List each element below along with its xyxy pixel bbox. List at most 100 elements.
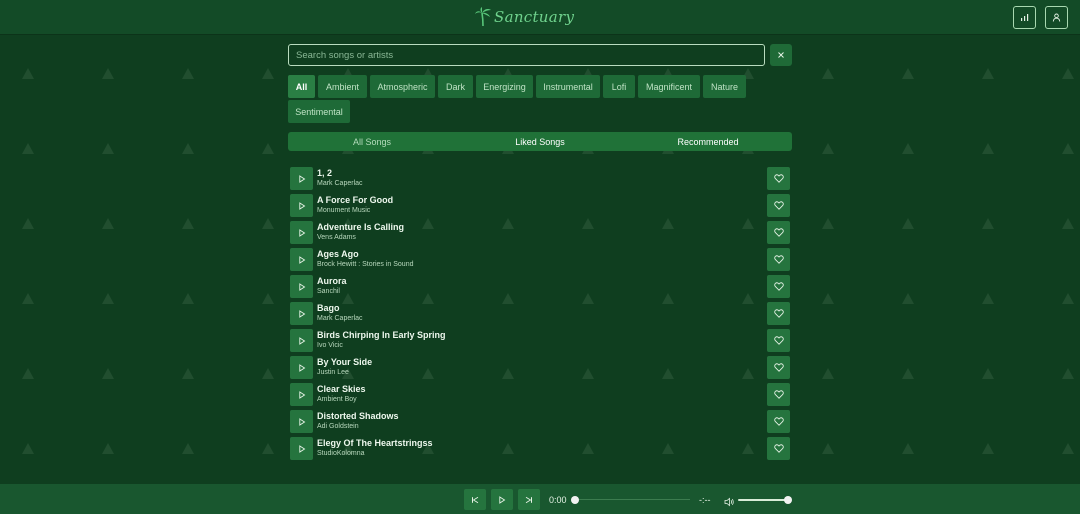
like-button[interactable] [767, 275, 790, 298]
song-row: Bago Mark Caperlac [290, 302, 790, 325]
pattern-tree-shape [982, 218, 994, 229]
song-title: By Your Side [317, 357, 373, 367]
pattern-tree-shape [182, 443, 194, 454]
pattern-tree-shape [102, 293, 114, 304]
genre-tag-dark[interactable]: Dark [438, 75, 473, 98]
pattern-tree-shape [982, 68, 994, 79]
like-button[interactable] [767, 302, 790, 325]
pattern-tree-shape [902, 293, 914, 304]
pattern-tree-shape [902, 443, 914, 454]
like-button[interactable] [767, 437, 790, 460]
like-button[interactable] [767, 248, 790, 271]
genre-tag-ambient[interactable]: Ambient [318, 75, 367, 98]
song-play-button[interactable] [290, 221, 313, 244]
like-button[interactable] [767, 194, 790, 217]
play-icon [499, 495, 506, 504]
song-title: Clear Skies [317, 384, 366, 394]
heart-icon [773, 309, 784, 318]
song-play-button[interactable] [290, 167, 313, 190]
genre-tag-all[interactable]: All [288, 75, 315, 98]
pattern-tree-shape [1062, 443, 1074, 454]
like-button[interactable] [767, 329, 790, 352]
play-icon [298, 228, 305, 237]
genre-tag-lofi[interactable]: Lofi [603, 75, 635, 98]
progress-knob[interactable] [571, 495, 579, 504]
song-play-button[interactable] [290, 194, 313, 217]
like-button[interactable] [767, 221, 790, 244]
pattern-tree-shape [982, 293, 994, 304]
volume-knob[interactable] [784, 495, 792, 504]
pattern-tree-shape [982, 443, 994, 454]
tab-liked-songs[interactable]: Liked Songs [456, 132, 624, 151]
pattern-tree-shape [22, 293, 34, 304]
song-title: A Force For Good [317, 195, 394, 205]
heart-icon [773, 201, 784, 210]
pattern-tree-shape [262, 68, 274, 79]
heart-icon [773, 282, 784, 291]
heart-icon [773, 228, 784, 237]
next-button[interactable] [518, 489, 540, 510]
genre-tag-atmospheric[interactable]: Atmospheric [370, 75, 435, 98]
pattern-tree-shape [102, 68, 114, 79]
pattern-tree-shape [1062, 218, 1074, 229]
like-button[interactable] [767, 167, 790, 190]
play-icon [298, 255, 305, 264]
pattern-tree-shape [1062, 293, 1074, 304]
current-time: 0:00 [549, 495, 567, 505]
like-button[interactable] [767, 356, 790, 379]
pattern-tree-shape [22, 218, 34, 229]
play-pause-button[interactable] [491, 489, 513, 510]
search-input[interactable] [289, 48, 764, 62]
pattern-tree-shape [262, 143, 274, 154]
pattern-tree-shape [22, 443, 34, 454]
genre-tag-energizing[interactable]: Energizing [476, 75, 533, 98]
pattern-tree-shape [262, 293, 274, 304]
app-logo[interactable]: Sanctuary [474, 5, 574, 29]
genre-tag-magnificent[interactable]: Magnificent [638, 75, 700, 98]
genre-tag-instrumental[interactable]: Instrumental [536, 75, 600, 98]
song-play-button[interactable] [290, 329, 313, 352]
play-icon [298, 444, 305, 453]
pattern-tree-shape [102, 443, 114, 454]
genre-tag-sentimental[interactable]: Sentimental [288, 100, 350, 123]
pattern-tree-shape [262, 218, 274, 229]
volume-button[interactable] [724, 494, 734, 512]
pattern-tree-shape [1062, 68, 1074, 79]
pattern-tree-shape [822, 368, 834, 379]
pattern-tree-shape [102, 368, 114, 379]
song-row: A Force For Good Monument Music [290, 194, 790, 217]
pattern-tree-shape [822, 293, 834, 304]
song-row: Ages Ago Brock Hewitt : Stories in Sound [290, 248, 790, 271]
profile-button[interactable] [1045, 6, 1068, 29]
play-icon [298, 417, 305, 426]
pattern-tree-shape [182, 143, 194, 154]
song-title: Adventure Is Calling [317, 222, 405, 232]
song-play-button[interactable] [290, 356, 313, 379]
song-tabs: All Songs Liked Songs Recommended [288, 132, 792, 151]
previous-button[interactable] [464, 489, 486, 510]
volume-track[interactable] [738, 499, 788, 501]
song-play-button[interactable] [290, 410, 313, 433]
song-play-button[interactable] [290, 302, 313, 325]
progress-track[interactable] [575, 499, 690, 500]
pattern-tree-shape [902, 143, 914, 154]
like-button[interactable] [767, 410, 790, 433]
song-play-button[interactable] [290, 248, 313, 271]
pattern-tree-shape [822, 68, 834, 79]
close-icon [778, 52, 784, 58]
clear-search-button[interactable] [770, 44, 792, 66]
song-play-button[interactable] [290, 437, 313, 460]
duration: -:-- [699, 495, 711, 505]
like-button[interactable] [767, 383, 790, 406]
genre-tag-nature[interactable]: Nature [703, 75, 746, 98]
song-play-button[interactable] [290, 275, 313, 298]
song-row: By Your Side Justin Lee [290, 356, 790, 379]
tab-all-songs[interactable]: All Songs [288, 132, 456, 151]
pattern-tree-shape [182, 293, 194, 304]
pattern-tree-shape [102, 143, 114, 154]
song-play-button[interactable] [290, 383, 313, 406]
heart-icon [773, 390, 784, 399]
play-icon [298, 309, 305, 318]
tab-recommended[interactable]: Recommended [624, 132, 792, 151]
stats-button[interactable] [1013, 6, 1036, 29]
